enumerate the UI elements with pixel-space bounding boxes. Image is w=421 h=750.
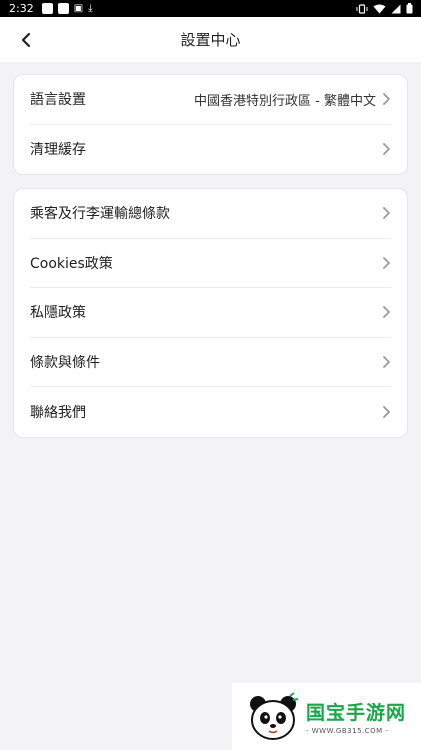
status-bar-right	[356, 3, 413, 14]
wifi-icon	[373, 4, 386, 13]
row-label: 私隱政策	[30, 305, 86, 322]
chevron-right-icon	[382, 206, 391, 220]
privacy-policy-row[interactable]: 私隱政策	[30, 288, 391, 338]
language-setting-row[interactable]: 語言設置 中國香港特別行政區 - 繁體中文	[30, 75, 391, 125]
watermark-title: 国宝手游网	[306, 702, 407, 724]
chevron-right-icon	[382, 305, 391, 319]
language-value: 中國香港特別行政區 - 繁體中文	[194, 93, 376, 109]
chevron-right-icon	[382, 405, 391, 419]
app-notification-icon: ▣	[73, 2, 84, 14]
cookies-policy-row[interactable]: Cookies政策	[30, 239, 391, 288]
chevron-right-icon	[382, 355, 391, 369]
info-card: 乘客及行李運輸總條款 Cookies政策 私隱政策 條款與條件 聯絡我們	[13, 188, 408, 438]
notification-icon	[57, 3, 69, 14]
row-label: Cookies政策	[30, 255, 113, 272]
battery-icon	[406, 3, 413, 14]
notification-icon	[41, 3, 53, 14]
chevron-left-icon	[21, 32, 31, 47]
status-bar: 2:32 ▣ ⤓	[0, 0, 421, 17]
watermark-url: - WWW.GB315.COM -	[306, 727, 389, 735]
settings-card: 語言設置 中國香港特別行政區 - 繁體中文 清理緩存	[13, 74, 408, 175]
signal-icon	[391, 4, 401, 13]
site-watermark: 国宝手游网 - WWW.GB315.COM -	[232, 683, 421, 750]
contact-us-row[interactable]: 聯絡我們	[30, 387, 391, 437]
chevron-right-icon	[382, 256, 391, 270]
app-header: 設置中心	[0, 17, 421, 62]
chevron-right-icon	[382, 142, 391, 156]
panda-logo-icon	[250, 691, 299, 740]
clear-cache-row[interactable]: 清理緩存	[30, 125, 391, 175]
chevron-right-icon	[382, 92, 391, 106]
row-right: 中國香港特別行政區 - 繁體中文	[194, 90, 391, 109]
page-title: 設置中心	[180, 31, 241, 49]
row-right	[382, 142, 391, 156]
passenger-baggage-terms-row[interactable]: 乘客及行李運輸總條款	[30, 189, 391, 239]
download-icon: ⤓	[88, 2, 93, 14]
row-label: 語言設置	[30, 92, 86, 109]
row-label: 條款與條件	[30, 354, 100, 371]
terms-conditions-row[interactable]: 條款與條件	[30, 338, 391, 387]
watermark-text: 国宝手游网 - WWW.GB315.COM -	[306, 698, 406, 735]
back-button[interactable]	[12, 17, 40, 62]
row-label: 乘客及行李運輸總條款	[30, 206, 170, 223]
row-label: 清理緩存	[30, 142, 86, 159]
status-bar-left: 2:32 ▣ ⤓	[9, 2, 93, 15]
status-time: 2:32	[9, 2, 34, 15]
row-label: 聯絡我們	[30, 404, 86, 421]
vibrate-icon	[356, 3, 368, 14]
